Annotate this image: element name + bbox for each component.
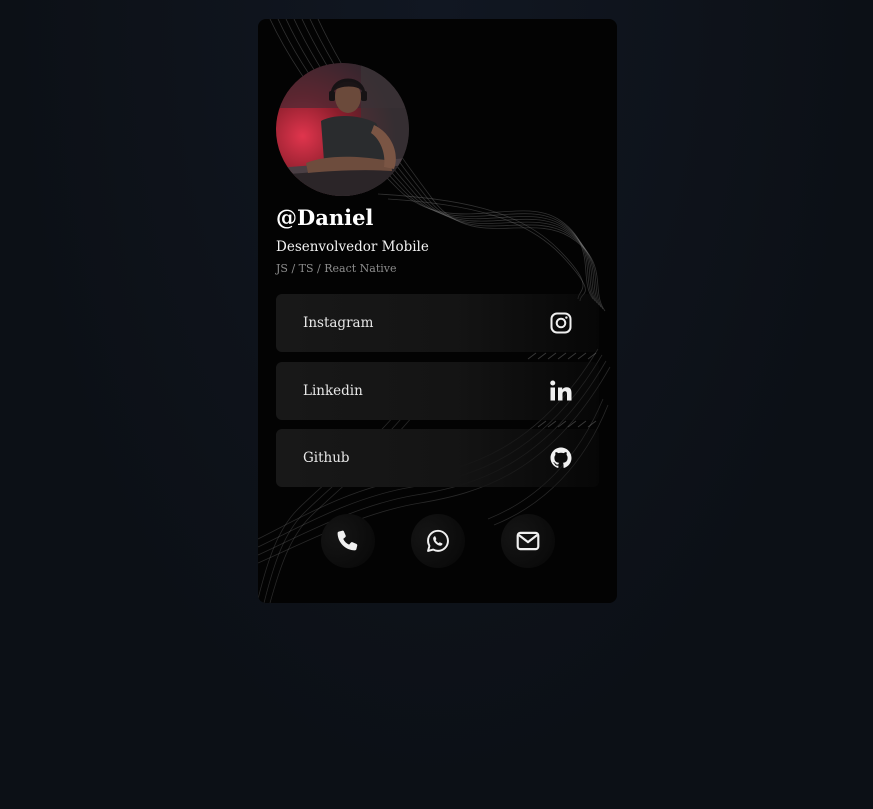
instagram-icon [549, 311, 573, 335]
linkedin-icon [549, 379, 573, 403]
mail-icon [515, 528, 541, 554]
linkedin-label: Linkedin [303, 383, 363, 399]
profile-role: Desenvolvedor Mobile [276, 239, 429, 255]
profile-stack: JS / TS / React Native [276, 262, 397, 275]
linkedin-button[interactable]: Linkedin [276, 362, 599, 420]
whatsapp-button[interactable] [411, 514, 465, 568]
avatar [276, 63, 409, 196]
phone-button[interactable] [321, 514, 375, 568]
instagram-button[interactable]: Instagram [276, 294, 599, 352]
email-button[interactable] [501, 514, 555, 568]
github-label: Github [303, 450, 350, 466]
phone-icon [335, 528, 361, 554]
instagram-label: Instagram [303, 315, 374, 331]
page-background: @Daniel Desenvolvedor Mobile JS / TS / R… [0, 0, 873, 809]
username: @Daniel [276, 205, 374, 230]
whatsapp-icon [425, 528, 451, 554]
profile-photo [276, 63, 409, 196]
profile-card: @Daniel Desenvolvedor Mobile JS / TS / R… [258, 19, 617, 603]
github-button[interactable]: Github [276, 429, 599, 487]
github-icon [549, 446, 573, 470]
